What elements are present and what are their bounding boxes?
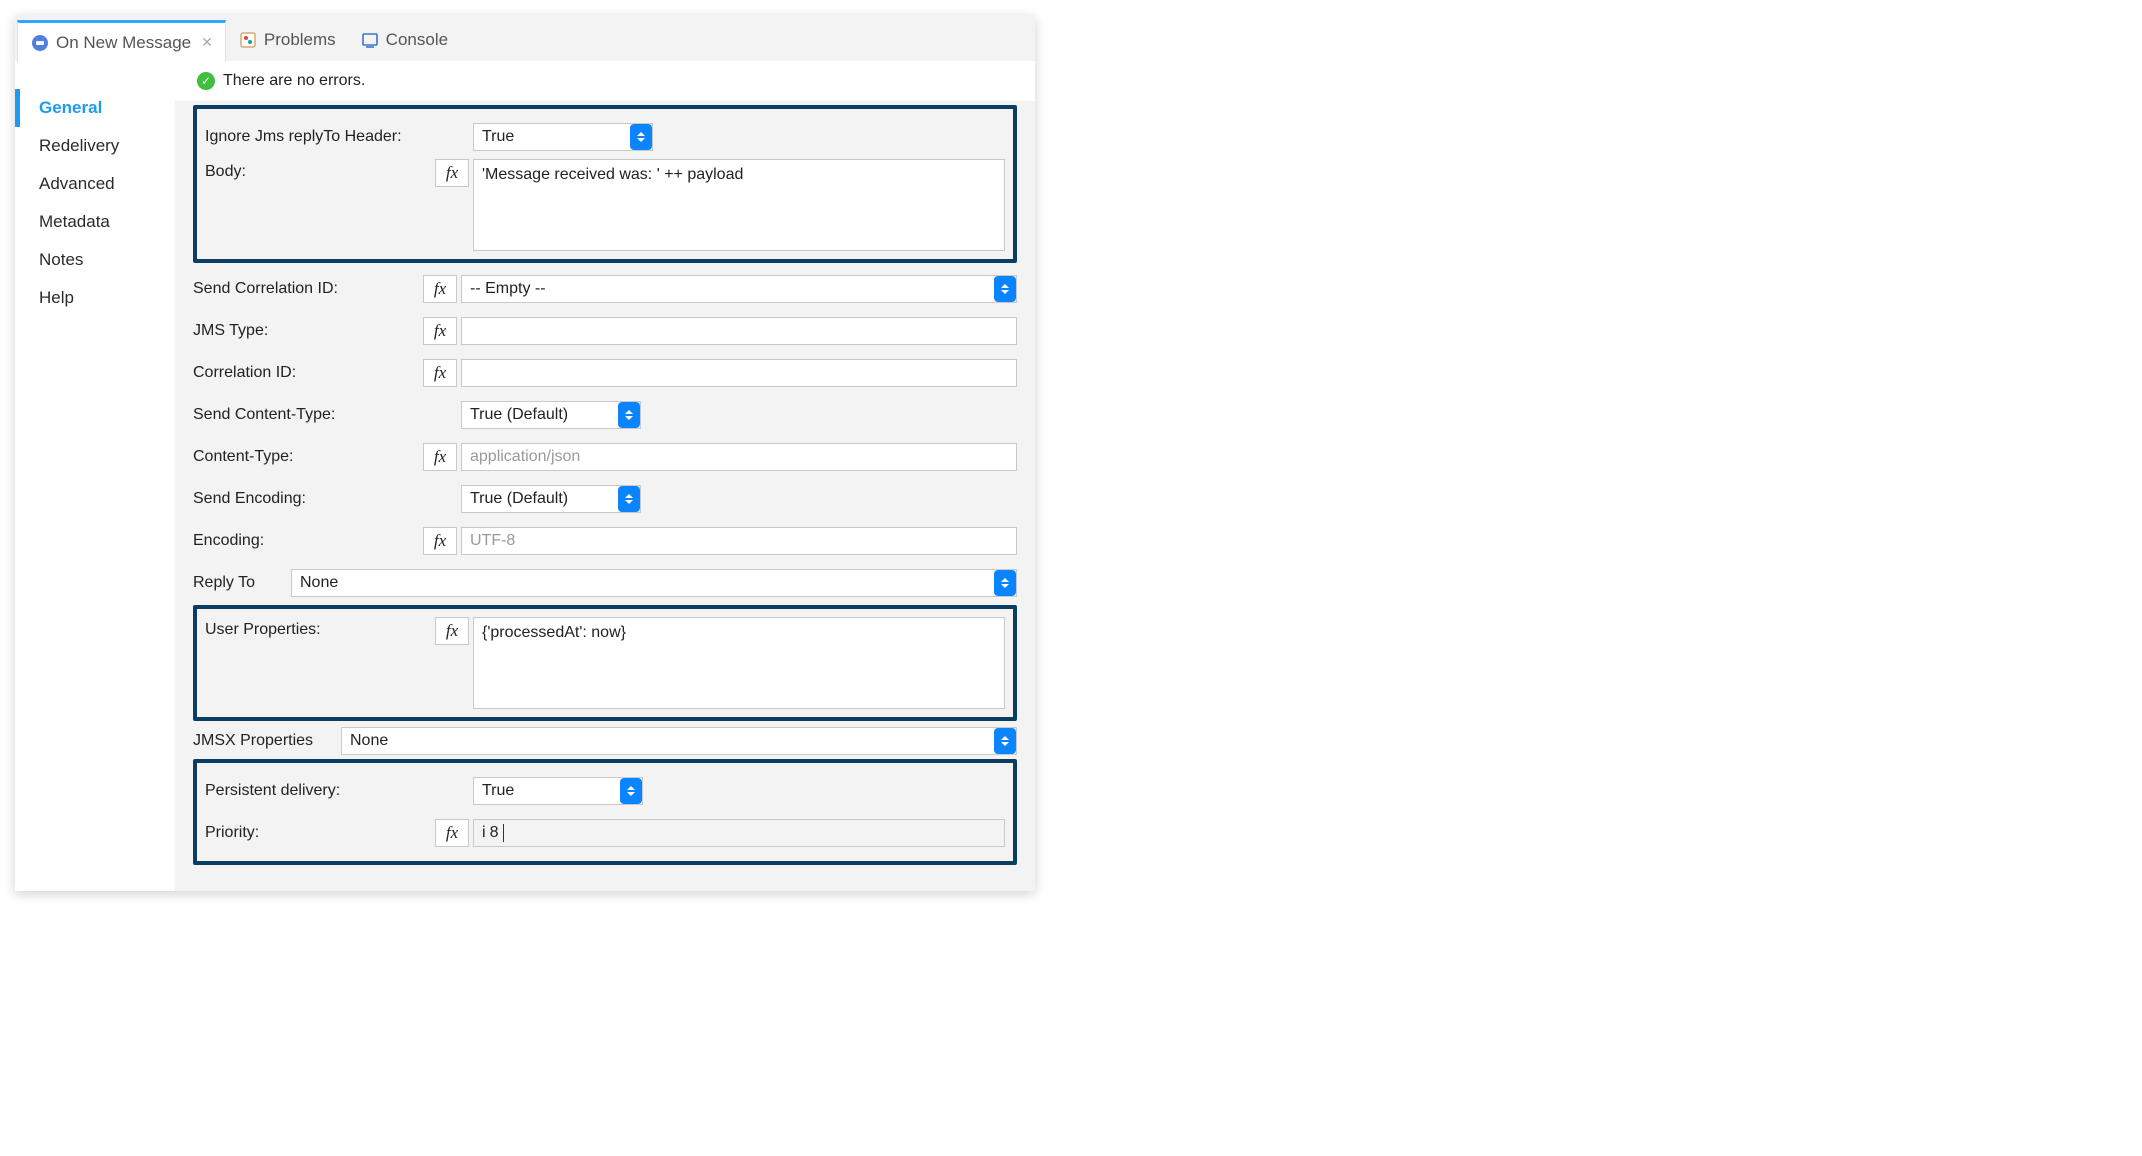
sidebar-item-help[interactable]: Help — [15, 279, 175, 317]
label-reply-to: Reply To — [193, 574, 283, 592]
config-window: On New Message ✕ Problems Console Genera… — [15, 15, 1035, 891]
chevron-updown-icon — [620, 778, 642, 804]
tab-on-new-message[interactable]: On New Message ✕ — [17, 20, 226, 62]
label-send-content-type: Send Content-Type: — [193, 406, 423, 424]
chevron-updown-icon — [630, 124, 652, 150]
row-send-content-type: Send Content-Type: True (Default) — [193, 395, 1017, 435]
status-text: There are no errors. — [223, 72, 365, 90]
row-reply-to: Reply To None — [193, 569, 1017, 597]
chevron-updown-icon — [994, 728, 1016, 754]
highlight-body-section: Ignore Jms replyTo Header: True Body: fx — [193, 105, 1017, 263]
info-icon: i — [482, 824, 486, 842]
label-jmsx-props: JMSX Properties — [193, 732, 333, 750]
label-encoding: Encoding: — [193, 532, 423, 550]
label-body: Body: — [205, 159, 435, 181]
input-encoding[interactable] — [461, 527, 1017, 555]
label-content-type: Content-Type: — [193, 448, 423, 466]
row-user-props: User Properties: fx — [205, 617, 1005, 709]
select-send-content-type[interactable]: True (Default) — [461, 401, 641, 429]
highlight-user-props-section: User Properties: fx — [193, 605, 1017, 721]
chevron-updown-icon — [994, 276, 1016, 302]
label-user-props: User Properties: — [205, 617, 435, 639]
tab-console[interactable]: Console — [348, 19, 460, 61]
select-send-encoding[interactable]: True (Default) — [461, 485, 641, 513]
highlight-delivery-section: Persistent delivery: True Priority: fx i — [193, 759, 1017, 865]
row-corr-id: Correlation ID: fx — [193, 353, 1017, 393]
input-corr-id[interactable] — [461, 359, 1017, 387]
tab-problems[interactable]: Problems — [226, 19, 348, 61]
sidebar-item-metadata[interactable]: Metadata — [15, 203, 175, 241]
row-priority: Priority: fx i 8 — [205, 813, 1005, 853]
row-persistent: Persistent delivery: True — [205, 771, 1005, 811]
fx-button-send-corr-id[interactable]: fx — [423, 275, 457, 303]
problems-icon — [238, 30, 258, 50]
input-priority[interactable]: i 8 — [473, 819, 1005, 847]
sidebar-item-redelivery[interactable]: Redelivery — [15, 127, 175, 165]
ok-icon: ✓ — [197, 72, 215, 90]
input-jms-type[interactable] — [461, 317, 1017, 345]
status-row: ✓ There are no errors. — [175, 61, 1035, 101]
select-persistent[interactable]: True — [473, 777, 643, 805]
input-content-type[interactable] — [461, 443, 1017, 471]
console-icon — [360, 30, 380, 50]
fx-button-body[interactable]: fx — [435, 159, 469, 187]
row-jmsx-props: JMSX Properties None — [193, 727, 1017, 755]
row-content-type: Content-Type: fx — [193, 437, 1017, 477]
select-send-corr-id[interactable]: -- Empty -- — [461, 275, 1017, 303]
text-caret — [503, 824, 504, 842]
content-area: ✓ There are no errors. Ignore Jms replyT… — [175, 61, 1035, 891]
sidebar-item-notes[interactable]: Notes — [15, 241, 175, 279]
chevron-updown-icon — [994, 570, 1016, 596]
fx-button-priority[interactable]: fx — [435, 819, 469, 847]
close-icon[interactable]: ✕ — [201, 34, 213, 51]
row-send-encoding: Send Encoding: True (Default) — [193, 479, 1017, 519]
chevron-updown-icon — [618, 486, 640, 512]
tab-label: Problems — [264, 30, 336, 50]
fx-button-corr-id[interactable]: fx — [423, 359, 457, 387]
fx-button-jms-type[interactable]: fx — [423, 317, 457, 345]
label-ignore-replyto: Ignore Jms replyTo Header: — [205, 128, 435, 146]
row-ignore-replyto: Ignore Jms replyTo Header: True — [205, 117, 1005, 157]
select-ignore-replyto[interactable]: True — [473, 123, 653, 151]
fx-button-content-type[interactable]: fx — [423, 443, 457, 471]
tab-label: Console — [386, 30, 448, 50]
chevron-updown-icon — [618, 402, 640, 428]
sidebar: General Redelivery Advanced Metadata Not… — [15, 61, 175, 891]
label-persistent: Persistent delivery: — [205, 782, 435, 800]
select-reply-to[interactable]: None — [291, 569, 1017, 597]
label-priority: Priority: — [205, 824, 435, 842]
sidebar-item-advanced[interactable]: Advanced — [15, 165, 175, 203]
row-encoding: Encoding: fx — [193, 521, 1017, 561]
tabbar: On New Message ✕ Problems Console — [15, 15, 1035, 61]
row-body: Body: fx — [205, 159, 1005, 251]
label-jms-type: JMS Type: — [193, 322, 423, 340]
select-jmsx-props[interactable]: None — [341, 727, 1017, 755]
fx-button-user-props[interactable]: fx — [435, 617, 469, 645]
row-send-corr-id: Send Correlation ID: fx -- Empty -- — [193, 269, 1017, 309]
label-send-encoding: Send Encoding: — [193, 490, 423, 508]
editor-body: General Redelivery Advanced Metadata Not… — [15, 61, 1035, 891]
textarea-body[interactable] — [473, 159, 1005, 251]
textarea-user-props[interactable] — [473, 617, 1005, 709]
sidebar-item-general[interactable]: General — [15, 89, 175, 127]
message-icon — [30, 33, 50, 53]
tab-label: On New Message — [56, 33, 191, 53]
label-send-corr-id: Send Correlation ID: — [193, 280, 423, 298]
label-corr-id: Correlation ID: — [193, 364, 423, 382]
fx-button-encoding[interactable]: fx — [423, 527, 457, 555]
row-jms-type: JMS Type: fx — [193, 311, 1017, 351]
